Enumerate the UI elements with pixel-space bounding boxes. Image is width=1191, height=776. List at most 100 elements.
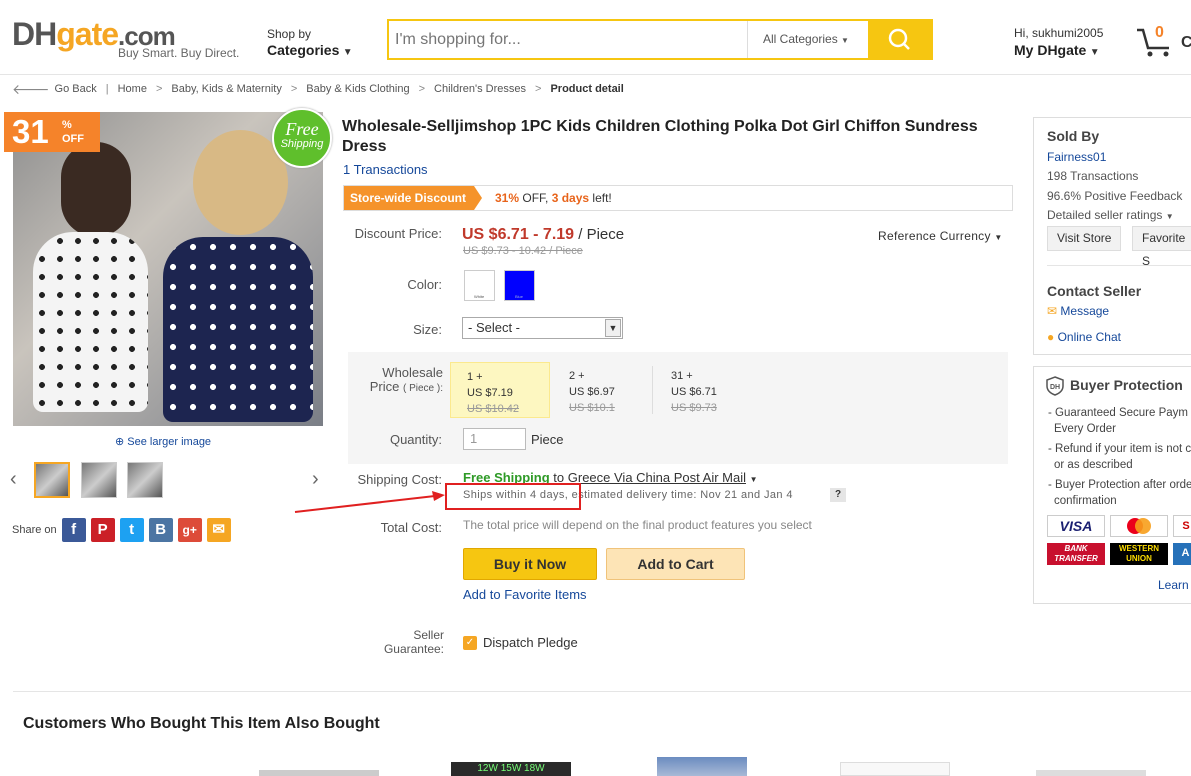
favorite-store-button[interactable]: Favorite S <box>1132 226 1191 268</box>
protection-item: Every Order <box>1054 423 1116 435</box>
search-category-select[interactable]: All Categories ▼ <box>747 21 869 58</box>
shipping-method-dropdown[interactable]: Greece Via China Post Air Mail <box>568 470 746 485</box>
breadcrumb-separator: > <box>290 83 298 95</box>
product-thumb-text: 12W 15W 18W <box>477 763 545 774</box>
recommended-product[interactable] <box>1036 770 1146 776</box>
checkmark-icon: ✓ <box>463 635 477 650</box>
chevron-left-icon[interactable]: ‹ <box>10 468 17 491</box>
learn-more-link[interactable]: Learn <box>1158 577 1191 593</box>
thumbnail[interactable] <box>34 462 70 498</box>
wholesale-label-unit: ( Piece ): <box>402 383 443 394</box>
buy-it-now-button[interactable]: Buy it Now <box>463 548 597 580</box>
buyer-protection-heading: Buyer Protection <box>1070 377 1183 393</box>
tier-qty: 31 + <box>671 370 693 382</box>
go-back-link[interactable]: Go Back <box>55 83 97 95</box>
search-category-label: All Categories <box>763 32 838 46</box>
recommended-product[interactable] <box>657 757 747 776</box>
product-main-image[interactable] <box>13 112 323 426</box>
reference-currency-dropdown[interactable]: Reference Currency ▼ <box>878 229 1003 243</box>
cart-count: 0 <box>1155 24 1164 41</box>
quantity-unit: Piece <box>531 432 564 447</box>
logo-tagline: Buy Smart. Buy Direct. <box>118 46 240 60</box>
thumbnail[interactable] <box>127 462 163 498</box>
google-plus-icon[interactable]: g+ <box>177 518 202 542</box>
help-icon[interactable]: ? <box>830 488 846 502</box>
transactions-link[interactable]: 1 Transactions <box>343 162 428 177</box>
breadcrumb-divider: | <box>105 83 109 95</box>
tier-price: US $7.19 <box>467 387 513 399</box>
select-arrow: ▼ <box>605 319 621 337</box>
swatch-caption: Blue <box>515 294 524 299</box>
sold-by-heading: Sold By <box>1047 128 1100 144</box>
see-larger-image-link[interactable]: ⊕ See larger image <box>115 435 211 448</box>
chat-icon: ● <box>1047 330 1055 344</box>
breadcrumb-baby-kids-clothing[interactable]: Baby & Kids Clothing <box>306 83 409 95</box>
total-cost-label: Total Cost: <box>380 520 442 535</box>
free-label: Free <box>285 119 319 139</box>
recommended-product[interactable]: 12W 15W 18W <box>451 762 571 776</box>
facebook-icon[interactable]: f <box>61 518 86 542</box>
breadcrumb-home[interactable]: Home <box>118 83 147 95</box>
seller-ratings-dropdown[interactable]: Detailed seller ratings ▼ <box>1047 208 1174 222</box>
search-button[interactable] <box>868 21 931 58</box>
breadcrumb-separator: > <box>155 83 163 95</box>
categories-label: Categories <box>267 42 340 58</box>
thumbnail[interactable] <box>81 462 117 498</box>
color-swatch-blue[interactable]: Blue <box>504 270 535 301</box>
see-larger-label: See larger image <box>127 436 212 448</box>
size-select[interactable]: - Select - ▼ <box>462 317 623 339</box>
protection-item: confirmation <box>1054 495 1117 507</box>
tier-qty: 2 + <box>569 370 585 382</box>
breadcrumb-baby-kids-maternity[interactable]: Baby, Kids & Maternity <box>171 83 281 95</box>
dhgate-logo[interactable]: DHgate.com Buy Smart. Buy Direct. <box>12 16 242 64</box>
cart-button[interactable]: 0 C <box>1135 24 1191 58</box>
seller-transactions: 198 Transactions <box>1047 169 1139 183</box>
color-swatch-white[interactable]: White <box>464 270 495 301</box>
chevron-down-icon: ▼ <box>608 323 618 333</box>
back-arrow-icon[interactable]: 🡐 <box>12 81 50 98</box>
chevron-down-icon: ▼ <box>342 47 353 58</box>
store-discount-label: Store-wide Discount <box>350 191 467 205</box>
shield-icon: DH <box>1046 376 1064 396</box>
add-to-cart-button[interactable]: Add to Cart <box>606 548 745 580</box>
discount-percent: % OFF <box>62 118 84 146</box>
visit-store-button[interactable]: Visit Store <box>1047 226 1122 251</box>
recommended-product[interactable] <box>840 762 950 776</box>
tier-price: US $6.97 <box>569 386 615 398</box>
vk-icon[interactable]: B <box>148 518 173 542</box>
quantity-label: Quantity: <box>389 432 442 447</box>
add-to-favorites-link[interactable]: Add to Favorite Items <box>463 587 587 602</box>
free-shipping-badge: Free Shipping <box>272 108 332 168</box>
visa-logo: VISA <box>1047 515 1105 537</box>
chevron-down-icon: ▼ <box>749 475 758 484</box>
cart-label: C <box>1181 34 1191 51</box>
discount-info: 31% OFF, 3 days left! <box>495 186 612 210</box>
amex-logo-partial: A <box>1173 543 1191 565</box>
price-tier-2[interactable]: 2 + US $6.97 US $10.1 <box>551 362 651 418</box>
price-tier-3[interactable]: 31 + US $6.71 US $9.73 <box>653 362 753 418</box>
breadcrumb-childrens-dresses[interactable]: Children's Dresses <box>434 83 526 95</box>
shipping-label: Shipping <box>280 138 324 150</box>
online-chat-link[interactable]: ● Online Chat <box>1047 330 1121 344</box>
tag-arrow <box>474 186 482 210</box>
recommended-product[interactable] <box>259 770 379 776</box>
breadcrumb-current: Product detail <box>550 83 624 95</box>
tier-old-price: US $9.73 <box>671 402 717 414</box>
price-tier-1[interactable]: 1 + US $7.19 US $10.42 <box>450 362 550 418</box>
shop-by-categories[interactable]: Shop by Categories ▼ <box>267 26 353 61</box>
discount-badge: 31 % OFF <box>4 112 100 152</box>
twitter-icon[interactable]: t <box>119 518 144 542</box>
email-icon[interactable]: ✉ <box>206 518 231 542</box>
seller-name-link[interactable]: Fairness01 <box>1047 150 1106 164</box>
pinterest-icon[interactable]: P <box>90 518 115 542</box>
mastercard-icon <box>1127 518 1151 534</box>
message-link[interactable]: ✉ Message <box>1047 304 1109 318</box>
size-label: Size: <box>413 322 442 337</box>
tier-qty: 1 + <box>467 371 483 383</box>
discount-percent-text: 31% <box>495 191 520 205</box>
color-label: Color: <box>407 277 442 292</box>
search-input[interactable] <box>389 21 746 58</box>
quantity-input[interactable]: 1 <box>463 428 526 450</box>
size-selected-value: - Select - <box>468 320 521 335</box>
user-menu[interactable]: Hi, sukhumi2005 My DHgate ▼ <box>1014 25 1103 61</box>
